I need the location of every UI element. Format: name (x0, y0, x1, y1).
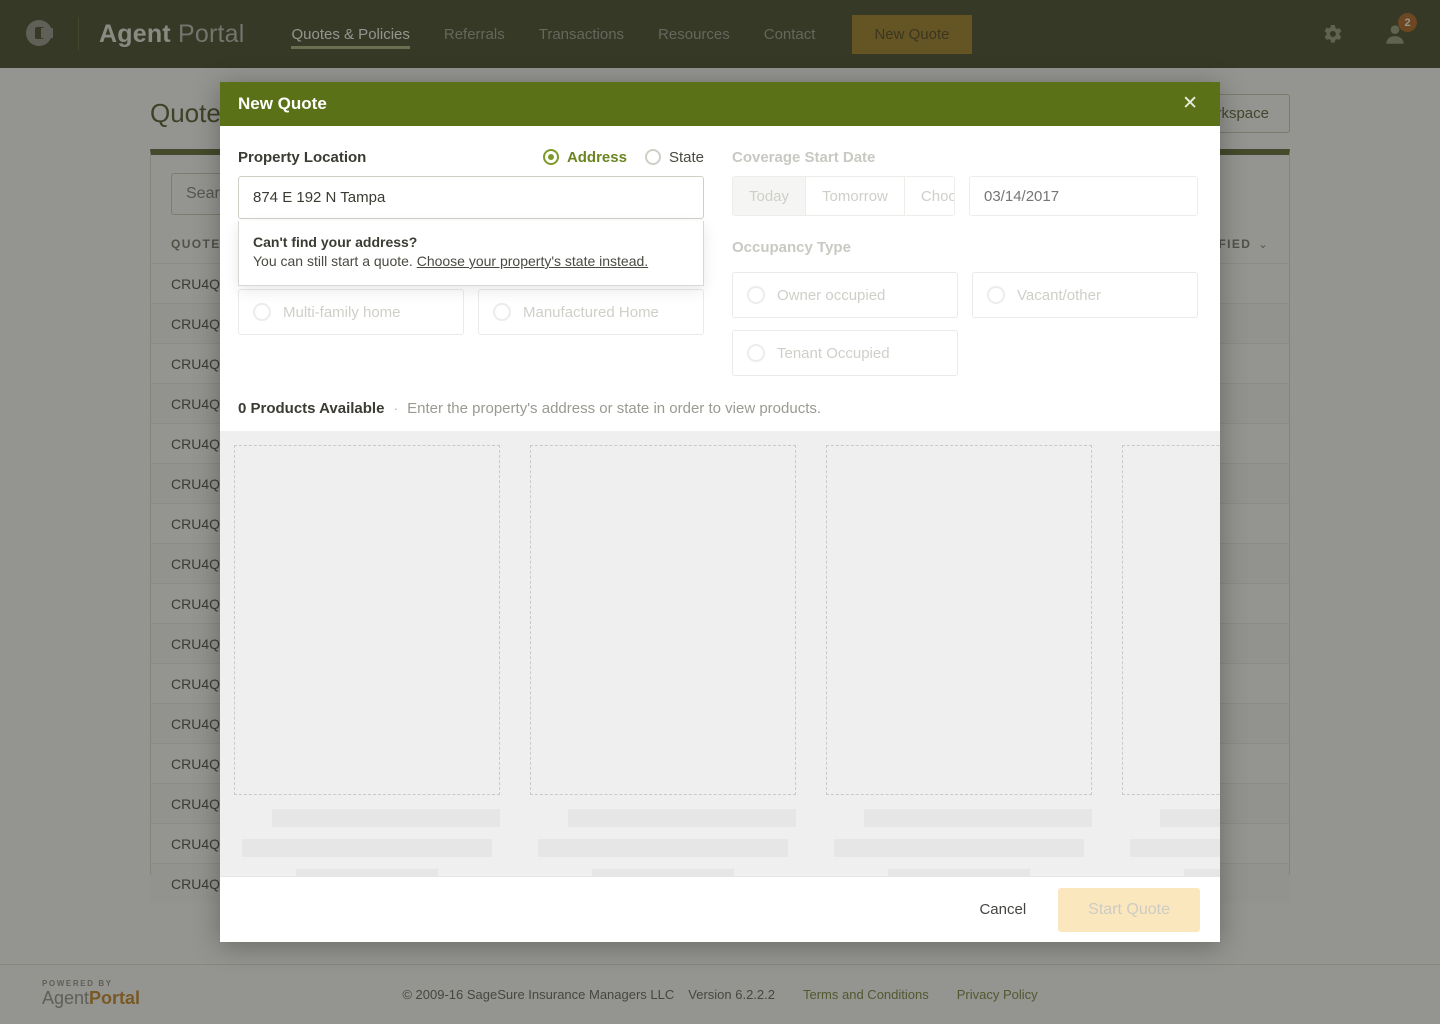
option-multi-family-home[interactable]: Multi-family home (238, 289, 464, 335)
dropdown-text: You can still start a quote. Choose your… (253, 253, 689, 269)
radio-address-label: Address (566, 148, 627, 166)
location-mode-toggle: Address State (542, 148, 704, 166)
placeholder-box (530, 445, 796, 795)
option-vacant-other[interactable]: Vacant/other (972, 272, 1198, 318)
coverage-start-date-label: Coverage Start Date (732, 148, 876, 166)
occupancy-type-options: Owner occupied Vacant/other Tenant Occup… (732, 272, 1198, 376)
radio-icon (493, 303, 511, 321)
date-preset-tomorrow[interactable]: Tomorrow (806, 177, 905, 215)
placeholder-bar (1130, 839, 1220, 857)
products-summary: 0 Products Available · Enter the propert… (220, 376, 1220, 417)
date-preset-today[interactable]: Today (733, 177, 807, 215)
option-label: Manufactured Home (523, 303, 659, 321)
placeholder-bar (538, 839, 788, 857)
placeholder-bar (888, 869, 1030, 876)
placeholder-box (1122, 445, 1220, 795)
occupancy-type-header: Occupancy Type (732, 234, 1198, 260)
placeholder-bar (272, 809, 500, 827)
option-owner-occupied[interactable]: Owner occupied (732, 272, 958, 318)
modal-footer: Cancel Start Quote (220, 876, 1220, 942)
modal-header: New Quote ✕ (220, 82, 1220, 126)
coverage-occupancy-column: Coverage Start Date Today Tomorrow Choos… (732, 144, 1198, 376)
property-location-column: Property Location Address State 874 E 19… (238, 144, 704, 376)
radio-address-icon (542, 149, 559, 165)
option-label: Vacant/other (1017, 286, 1101, 304)
quote-form-grid: Property Location Address State 874 E 19… (238, 144, 1202, 376)
product-placeholder-area (220, 431, 1220, 876)
placeholder-bar (864, 809, 1092, 827)
new-quote-modal: New Quote ✕ Property Location Address St… (220, 82, 1220, 942)
radio-icon (747, 286, 765, 304)
date-preset-group: Today Tomorrow Choose... (732, 176, 955, 216)
option-label: Multi-family home (283, 303, 401, 321)
modal-body: Property Location Address State 874 E 19… (220, 126, 1220, 376)
option-manufactured-home[interactable]: Manufactured Home (478, 289, 704, 335)
placeholder-bar (568, 809, 796, 827)
property-location-header: Property Location Address State (238, 144, 704, 170)
radio-option-state[interactable]: State (644, 148, 704, 166)
radio-state-icon (644, 149, 661, 165)
radio-icon (987, 286, 1005, 304)
products-hint: Enter the property's address or state in… (407, 400, 822, 417)
cancel-button[interactable]: Cancel (965, 891, 1040, 928)
radio-icon (253, 303, 271, 321)
option-tenant-occupied[interactable]: Tenant Occupied (732, 330, 958, 376)
date-preset-choose[interactable]: Choose... (904, 177, 954, 215)
placeholder-box (826, 445, 1092, 795)
coverage-date-input[interactable] (969, 176, 1198, 216)
placeholder-bar (1160, 809, 1220, 827)
radio-state-label: State (668, 148, 704, 166)
placeholder-box (234, 445, 500, 795)
radio-icon (747, 344, 765, 362)
option-label: Owner occupied (777, 286, 886, 304)
close-icon[interactable]: ✕ (1178, 90, 1202, 119)
placeholder-bar (834, 839, 1084, 857)
placeholder-bar (592, 869, 734, 876)
product-placeholder-card (530, 445, 796, 876)
placeholder-bar (1184, 869, 1220, 876)
dropdown-heading: Can't find your address? (253, 234, 418, 250)
choose-state-link[interactable]: Choose your property's state instead. (417, 253, 648, 269)
product-placeholder-cards (234, 445, 1220, 876)
option-label: Tenant Occupied (777, 344, 890, 362)
product-placeholder-card (826, 445, 1092, 876)
property-address-input[interactable] (238, 176, 704, 219)
coverage-date-row: Today Tomorrow Choose... (732, 176, 1198, 216)
placeholder-bar (296, 869, 438, 876)
occupancy-type-label: Occupancy Type (732, 238, 851, 256)
products-separator: · (393, 400, 399, 416)
product-placeholder-card (234, 445, 500, 876)
radio-option-address[interactable]: Address (542, 148, 627, 166)
dropdown-text-plain: You can still start a quote. (253, 253, 417, 269)
modal-title: New Quote (238, 94, 327, 113)
address-not-found-dropdown: Can't find your address? You can still s… (238, 221, 704, 286)
product-placeholder-card (1122, 445, 1220, 876)
app-root: Agent Portal Quotes & Policies Referrals… (0, 0, 1440, 1024)
property-location-label: Property Location (238, 148, 367, 166)
coverage-start-date-header: Coverage Start Date (732, 144, 1198, 170)
start-quote-button[interactable]: Start Quote (1058, 887, 1200, 932)
placeholder-bar (242, 839, 492, 857)
products-count: 0 Products Available (238, 400, 385, 417)
